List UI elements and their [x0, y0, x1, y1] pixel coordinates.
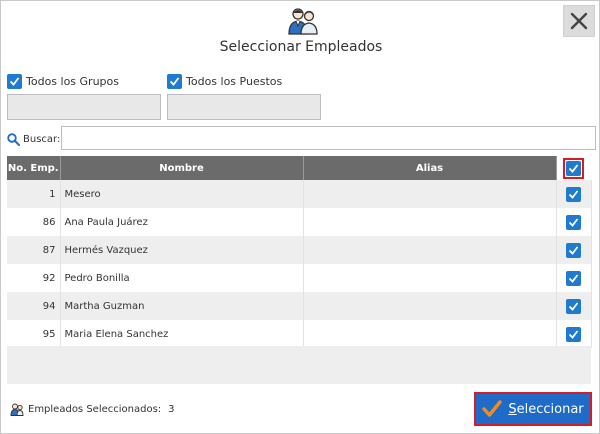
select-all-highlight — [563, 157, 585, 179]
checkmark-icon — [569, 163, 579, 173]
groups-filter: Todos los Grupos — [7, 74, 119, 89]
row-checkbox-cell — [556, 264, 592, 292]
row-checkbox-cell — [556, 292, 592, 320]
cell-alias — [303, 292, 557, 320]
row-checkbox[interactable] — [566, 242, 581, 258]
table-row[interactable]: 1 Mesero — [7, 180, 592, 208]
row-checkbox-cell — [556, 180, 592, 208]
search-input[interactable] — [61, 126, 596, 150]
groups-checkbox[interactable] — [7, 74, 22, 89]
cell-name: Martha Guzman — [60, 292, 304, 320]
cell-name: Ana Paula Juárez — [60, 208, 304, 236]
cell-alias — [303, 236, 557, 264]
checkmark-icon — [568, 217, 579, 227]
cell-number: 87 — [7, 236, 61, 264]
dialog-title: Seleccionar Empleados — [219, 39, 383, 55]
checkmark-icon — [9, 77, 20, 86]
select-employees-dialog: Seleccionar Empleados Todos los Grupos T… — [0, 0, 600, 434]
positions-checkbox[interactable] — [167, 74, 182, 89]
row-checkbox-cell — [556, 208, 592, 236]
row-checkbox[interactable] — [566, 214, 581, 230]
row-checkbox[interactable] — [566, 326, 581, 342]
select-button-label: Seleccionar — [508, 401, 584, 417]
checkmark-icon — [568, 245, 579, 255]
row-checkbox-cell — [556, 236, 592, 264]
column-header-name[interactable]: Nombre — [60, 156, 304, 180]
search-row: Buscar: — [7, 128, 60, 150]
table-empty-area — [7, 346, 591, 384]
checkmark-icon — [568, 329, 579, 339]
cell-name: Mesero — [60, 180, 304, 208]
selected-count-label: Empleados Seleccionados: 3 — [10, 403, 175, 416]
table-row[interactable]: 94 Martha Guzman — [7, 292, 592, 320]
checkmark-icon — [568, 273, 579, 283]
groups-label: Todos los Grupos — [26, 75, 119, 88]
column-header-alias[interactable]: Alias — [303, 156, 557, 180]
cell-alias — [303, 208, 557, 236]
cell-alias — [303, 180, 557, 208]
select-all-cell — [556, 156, 591, 180]
search-label: Buscar: — [23, 133, 61, 145]
table-row[interactable]: 92 Pedro Bonilla — [7, 264, 592, 292]
cell-name: Hermés Vazquez — [60, 236, 304, 264]
table-row[interactable]: 87 Hermés Vazquez — [7, 236, 592, 264]
row-checkbox[interactable] — [566, 186, 581, 202]
checkmark-icon — [568, 301, 579, 311]
row-checkbox[interactable] — [566, 270, 581, 286]
row-checkbox-cell — [556, 320, 592, 348]
selected-count: 3 — [168, 404, 175, 415]
cell-number: 1 — [7, 180, 61, 208]
cell-number: 95 — [7, 320, 61, 348]
search-icon — [7, 132, 20, 146]
checkmark-icon — [568, 189, 579, 199]
employees-icon — [288, 8, 318, 35]
cell-name: Pedro Bonilla — [60, 264, 304, 292]
employees-small-icon — [10, 403, 24, 416]
row-checkbox[interactable] — [566, 298, 581, 314]
table-header-row: No. Emp. Nombre Alias — [7, 156, 591, 180]
cell-name: Maria Elena Sanchez — [60, 320, 304, 348]
cell-number: 94 — [7, 292, 61, 320]
table-row[interactable]: 86 Ana Paula Juárez — [7, 208, 592, 236]
close-button[interactable] — [563, 5, 595, 37]
checkmark-icon — [482, 400, 503, 417]
positions-select[interactable] — [167, 94, 321, 120]
select-button[interactable]: Seleccionar — [474, 392, 592, 426]
column-header-number[interactable]: No. Emp. — [7, 156, 61, 180]
positions-filter: Todos los Puestos — [167, 74, 282, 89]
cell-alias — [303, 264, 557, 292]
groups-select[interactable] — [7, 94, 161, 120]
cell-number: 86 — [7, 208, 61, 236]
select-all-checkbox[interactable] — [566, 160, 582, 176]
table-row[interactable]: 95 Maria Elena Sanchez — [7, 320, 592, 348]
close-icon — [570, 12, 588, 30]
employees-table: No. Emp. Nombre Alias 1 Mesero 86 Ana Pa… — [7, 156, 592, 348]
cell-alias — [303, 320, 557, 348]
checkmark-icon — [169, 77, 180, 86]
selected-label: Empleados Seleccionados: — [28, 404, 162, 415]
cell-number: 92 — [7, 264, 61, 292]
positions-label: Todos los Puestos — [186, 75, 283, 88]
